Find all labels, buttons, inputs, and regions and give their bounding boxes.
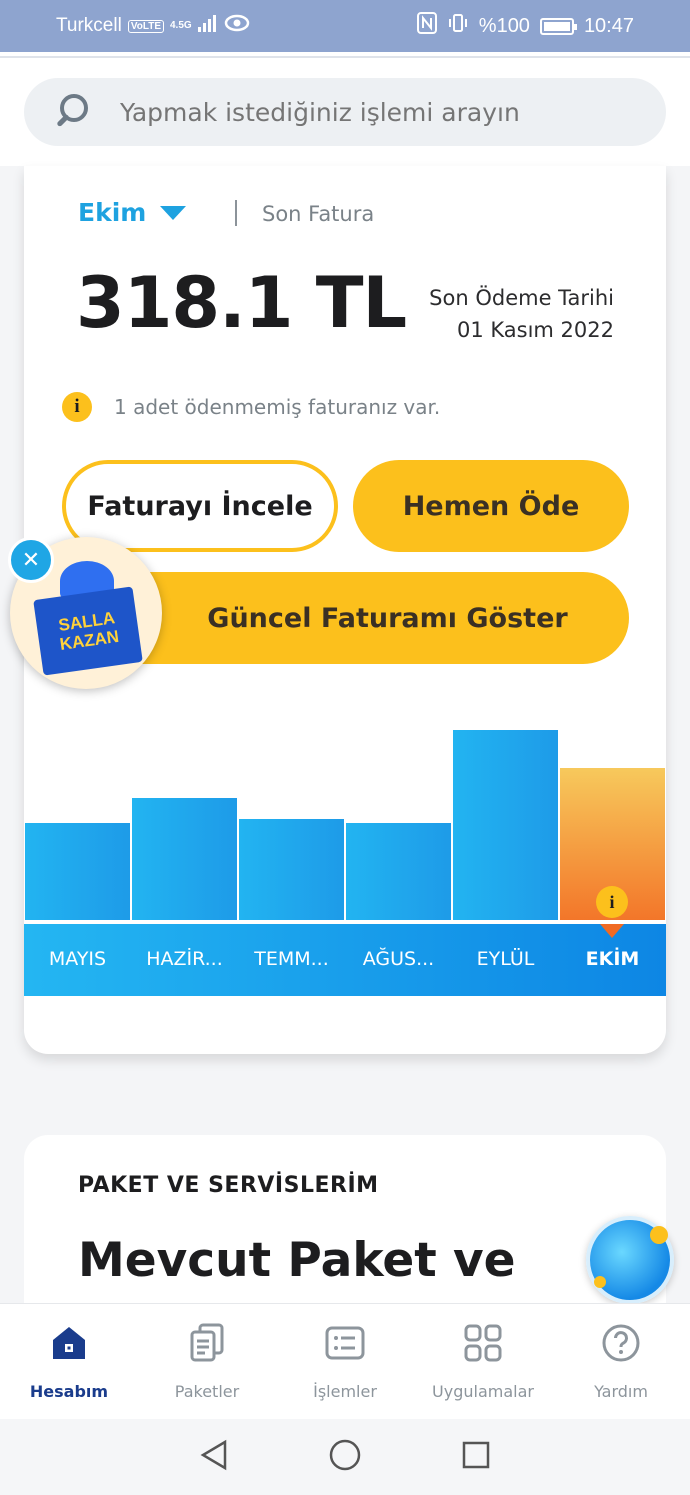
unpaid-info: i 1 adet ödenmemiş faturanız var.: [62, 392, 440, 422]
search-input[interactable]: [120, 97, 600, 127]
unpaid-info-text: 1 adet ödenmemiş faturanız var.: [114, 395, 441, 419]
search-icon: [54, 94, 90, 130]
search-bar-container: [0, 58, 690, 166]
nav-label: Uygulamalar: [432, 1382, 534, 1401]
packages-section-title: PAKET VE SERVİSLERİM: [78, 1173, 379, 1198]
help-icon: [600, 1322, 642, 1364]
volte-badge: VoLTE: [127, 19, 164, 33]
system-navigation: [0, 1419, 690, 1495]
last-bill-label: Son Fatura: [262, 202, 375, 226]
chevron-down-icon: [160, 205, 187, 220]
due-date-label: Son Ödeme Tarihi: [429, 286, 614, 310]
nav-label: Yardım: [594, 1382, 648, 1401]
nav-item-help[interactable]: Yardım: [552, 1304, 690, 1419]
packages-heading: Mevcut Paket ve: [78, 1233, 516, 1288]
pay-now-button[interactable]: Hemen Öde: [353, 460, 629, 552]
nav-item-apps[interactable]: Uygulamalar: [414, 1304, 552, 1419]
status-bar: Turkcell VoLTE 4.5G %100 10:47: [0, 0, 690, 52]
month-tab[interactable]: MAYIS: [24, 924, 131, 996]
back-icon[interactable]: [199, 1439, 229, 1475]
info-icon: i: [62, 392, 92, 422]
chart-bar[interactable]: [453, 730, 558, 942]
signal-icon: [197, 14, 218, 38]
clock: 10:47: [583, 14, 634, 37]
network-type: 4.5G: [170, 20, 192, 31]
battery-percent: %100: [478, 14, 530, 37]
month-dropdown[interactable]: Ekim: [78, 198, 187, 227]
due-date-block: Son Ödeme Tarihi 01 Kasım 2022: [429, 282, 614, 346]
home-circle-icon[interactable]: [328, 1438, 362, 1476]
carrier-name: Turkcell: [56, 15, 122, 36]
month-tab[interactable]: AĞUS...: [345, 924, 452, 996]
nav-item-packages[interactable]: Paketler: [138, 1304, 276, 1419]
list-icon: [324, 1322, 366, 1364]
divider: [235, 200, 237, 226]
eye-icon: [224, 14, 250, 38]
packages-icon: [186, 1322, 228, 1364]
nav-label: Hesabım: [29, 1382, 109, 1401]
bill-amount: 318.1 TL: [76, 262, 407, 344]
close-icon[interactable]: ✕: [8, 537, 54, 583]
info-icon: i: [596, 886, 628, 918]
assistant-icon[interactable]: [586, 1216, 674, 1304]
nav-item-transactions[interactable]: İşlemler: [276, 1304, 414, 1419]
battery-icon: [539, 17, 577, 35]
apps-grid-icon: [462, 1322, 504, 1364]
month-tab[interactable]: HAZİR...: [131, 924, 238, 996]
nav-item-account[interactable]: Hesabım: [0, 1304, 138, 1419]
month-tabs: MAYIS HAZİR... TEMM... AĞUS... EYLÜL EKİM: [24, 924, 666, 996]
selected-month-pointer: [600, 924, 624, 938]
month-tab[interactable]: TEMM...: [238, 924, 345, 996]
recents-icon[interactable]: [461, 1440, 491, 1474]
vibrate-icon: [447, 13, 469, 39]
nav-label: İşlemler: [313, 1382, 377, 1401]
nfc-icon: [416, 12, 437, 40]
due-date: 01 Kasım 2022: [456, 318, 614, 342]
bill-history-chart: [24, 686, 666, 942]
month-tab[interactable]: EYLÜL: [452, 924, 559, 996]
month-selected: Ekim: [78, 198, 147, 227]
home-icon: [48, 1322, 90, 1364]
search-box[interactable]: [24, 78, 666, 146]
bottom-navigation: Hesabım Paketler İşlemler Uygulamalar Ya…: [0, 1303, 690, 1419]
nav-label: Paketler: [174, 1382, 240, 1401]
